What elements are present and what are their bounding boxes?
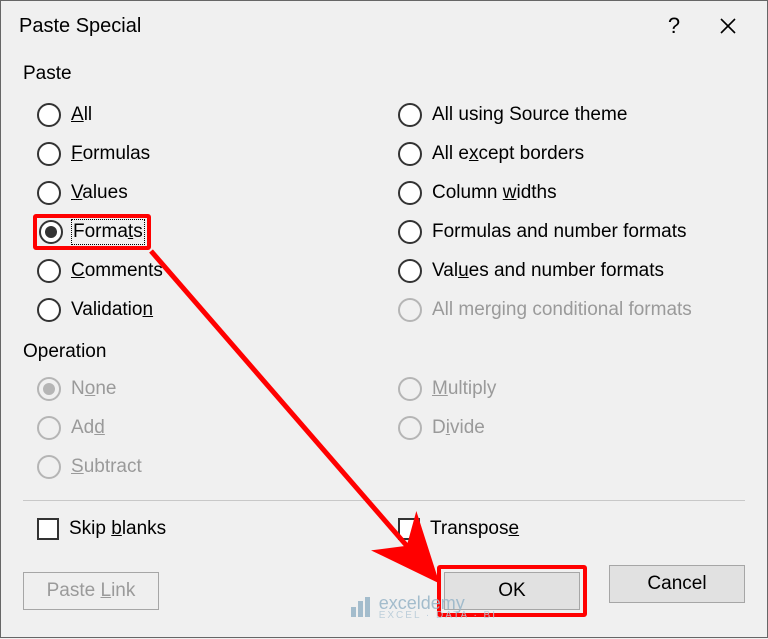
radio-multiply: Multiply — [384, 369, 745, 408]
radio-label: Formulas — [71, 143, 150, 165]
radio-divide: Divide — [384, 408, 745, 447]
radio-comments[interactable]: Comments — [23, 251, 384, 290]
radio-formulas-num-formats[interactable]: Formulas and number formats — [384, 212, 745, 251]
radio-column-widths[interactable]: Column widths — [384, 173, 745, 212]
check-label: Skip blanks — [69, 518, 166, 540]
button-bar: Paste Link OK Cancel exceldemy EXCEL · D… — [1, 565, 767, 635]
close-icon — [719, 17, 737, 35]
radio-label: Comments — [71, 260, 163, 282]
radio-icon — [37, 259, 61, 283]
button-label: Paste Link — [47, 580, 136, 602]
checkbox-icon — [37, 518, 59, 540]
radio-label: Multiply — [432, 378, 496, 400]
radio-icon — [37, 181, 61, 205]
check-skip-blanks[interactable]: Skip blanks — [23, 511, 384, 547]
radio-label: None — [71, 378, 116, 400]
radio-icon — [398, 142, 422, 166]
radio-icon — [37, 298, 61, 322]
radio-icon — [398, 220, 422, 244]
radio-label: Subtract — [71, 456, 142, 478]
radio-subtract: Subtract — [23, 447, 384, 486]
check-label: Transpose — [430, 518, 519, 540]
radio-label: Formats — [73, 221, 143, 243]
radio-icon — [398, 377, 422, 401]
radio-label: Divide — [432, 417, 485, 439]
radio-label: All except borders — [432, 143, 584, 165]
radio-formats[interactable]: Formats — [23, 212, 384, 251]
radio-icon — [37, 416, 61, 440]
radio-label: Validation — [71, 299, 153, 321]
radio-label: Values and number formats — [432, 260, 664, 282]
help-button[interactable]: ? — [647, 4, 701, 48]
radio-label: Formulas and number formats — [432, 221, 687, 243]
radio-icon — [398, 416, 422, 440]
titlebar: Paste Special ? — [1, 1, 767, 51]
operation-group-label: Operation — [23, 341, 745, 363]
ok-button[interactable]: OK — [444, 572, 580, 610]
radio-icon — [398, 103, 422, 127]
radio-label: All merging conditional formats — [432, 299, 692, 321]
checkbox-icon — [398, 518, 420, 540]
dialog-title: Paste Special — [19, 15, 647, 38]
paste-options: All Formulas Values Formats Comments — [23, 95, 745, 329]
radio-formulas[interactable]: Formulas — [23, 134, 384, 173]
radio-label: Values — [71, 182, 128, 204]
extra-options: Skip blanks Transpose — [23, 511, 745, 547]
radio-all-merging: All merging conditional formats — [384, 290, 745, 329]
radio-icon — [37, 103, 61, 127]
check-transpose[interactable]: Transpose — [384, 511, 745, 547]
radio-all-theme[interactable]: All using Source theme — [384, 95, 745, 134]
radio-label: Column widths — [432, 182, 557, 204]
radio-icon — [398, 259, 422, 283]
radio-icon — [398, 298, 422, 322]
radio-label: All using Source theme — [432, 104, 627, 126]
radio-none: None — [23, 369, 384, 408]
button-label: OK — [498, 580, 525, 602]
radio-all[interactable]: All — [23, 95, 384, 134]
paste-link-button: Paste Link — [23, 572, 159, 610]
radio-values[interactable]: Values — [23, 173, 384, 212]
radio-icon — [37, 377, 61, 401]
close-button[interactable] — [701, 4, 755, 48]
divider — [23, 500, 745, 501]
formats-highlight: Formats — [33, 214, 151, 250]
watermark-logo-icon — [351, 597, 371, 617]
radio-icon — [37, 142, 61, 166]
button-label: Cancel — [647, 573, 706, 595]
radio-values-num-formats[interactable]: Values and number formats — [384, 251, 745, 290]
ok-highlight: OK — [437, 565, 587, 617]
radio-icon — [398, 181, 422, 205]
radio-icon — [39, 220, 63, 244]
radio-all-except-borders[interactable]: All except borders — [384, 134, 745, 173]
radio-validation[interactable]: Validation — [23, 290, 384, 329]
cancel-button[interactable]: Cancel — [609, 565, 745, 603]
radio-icon — [37, 455, 61, 479]
radio-label: All — [71, 104, 92, 126]
radio-add: Add — [23, 408, 384, 447]
radio-label: Add — [71, 417, 105, 439]
operation-options: None Add Subtract Multiply Divide — [23, 369, 745, 486]
paste-group-label: Paste — [23, 63, 72, 85]
